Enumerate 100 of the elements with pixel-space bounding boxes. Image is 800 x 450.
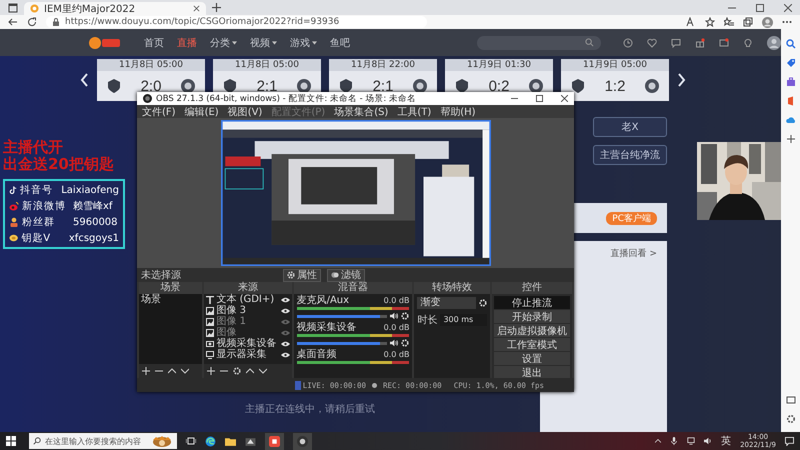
speaker-icon[interactable] xyxy=(390,339,398,347)
match-score: 2:1 xyxy=(372,78,394,94)
eye-icon[interactable] xyxy=(280,308,290,314)
menu-item[interactable]: 文件(F) xyxy=(142,104,176,118)
maximize-icon[interactable] xyxy=(536,95,543,102)
transition-dropdown[interactable]: 渐变 xyxy=(417,297,476,309)
close-icon[interactable] xyxy=(561,95,568,102)
edge-browser-icon[interactable] xyxy=(205,436,216,446)
gear-icon[interactable] xyxy=(786,414,796,424)
toolbar-button[interactable]: 属性 xyxy=(283,268,321,282)
tag-icon[interactable] xyxy=(786,58,796,68)
source-item[interactable]: 显示器采集 xyxy=(216,349,279,360)
control-button[interactable]: 退出 xyxy=(494,366,570,379)
refresh-icon[interactable] xyxy=(27,17,37,27)
chat-bubble-icon[interactable] xyxy=(671,38,681,48)
control-button[interactable]: 启动虚拟摄像机 xyxy=(494,324,570,337)
nav-link[interactable]: 直播 xyxy=(177,36,197,50)
input-method-indicator[interactable]: 英 xyxy=(721,434,732,448)
favorites-icon[interactable] xyxy=(724,17,734,27)
menu-item[interactable]: 帮助(H) xyxy=(440,104,476,118)
nav-link[interactable]: 视频 xyxy=(250,36,277,50)
site-logo-icon[interactable] xyxy=(88,36,122,50)
briefcase-icon[interactable] xyxy=(786,77,796,87)
close-icon[interactable] xyxy=(193,5,200,12)
search-icon[interactable] xyxy=(786,39,796,49)
add-icon[interactable] xyxy=(786,134,796,144)
nav-link[interactable]: 鱼吧 xyxy=(330,36,350,50)
match-time: 11月9日 01:30 xyxy=(445,59,553,71)
back-arrow-icon[interactable] xyxy=(8,17,18,27)
user-avatar-icon[interactable] xyxy=(767,36,781,50)
match-time: 11月8日 05:00 xyxy=(213,59,321,71)
minimize-icon[interactable] xyxy=(511,95,518,102)
scene-item[interactable]: 场景 xyxy=(139,294,202,306)
task-view-icon[interactable] xyxy=(186,436,196,446)
screen-icon[interactable] xyxy=(786,395,796,405)
dock-title: 转场特效 xyxy=(414,282,490,294)
eye-icon[interactable] xyxy=(280,296,290,302)
new-tab-icon[interactable] xyxy=(212,3,221,12)
menu-item[interactable]: 工具(T) xyxy=(397,104,432,118)
room-link-button[interactable]: 主营台纯净流 xyxy=(593,145,667,165)
control-button[interactable]: 工作室模式 xyxy=(494,338,570,351)
message-icon[interactable] xyxy=(719,38,729,48)
source-item[interactable]: 图像 3 xyxy=(216,305,279,316)
source-item[interactable]: 文本 (GDI+) xyxy=(216,294,279,305)
notification-icon[interactable] xyxy=(785,436,794,446)
match-score: 1:2 xyxy=(604,78,626,94)
tab-actions-icon[interactable] xyxy=(8,2,18,12)
cloud-icon[interactable] xyxy=(786,115,796,125)
caret-up-icon[interactable] xyxy=(655,438,662,444)
menu-item[interactable]: 场景集合(S) xyxy=(334,104,388,118)
folder-icon[interactable] xyxy=(225,436,236,446)
toolbar-button[interactable]: 滤镜 xyxy=(327,268,365,282)
menu-item[interactable]: 视图(V) xyxy=(228,104,262,118)
nav-link[interactable]: 首页 xyxy=(144,36,164,50)
move-up-icon[interactable] xyxy=(168,367,176,375)
duration-field[interactable]: 300 ms xyxy=(440,314,487,326)
collections-icon[interactable] xyxy=(743,17,753,27)
browser-tab[interactable]: IEM里约Major2022 xyxy=(24,2,206,15)
app-icon[interactable] xyxy=(245,436,256,446)
address-bar[interactable]: https://www.douyu.com/topic/CSGOriomajor2022?rid=93936 xyxy=(46,16,427,28)
nav-link[interactable]: 分类 xyxy=(210,36,237,50)
control-button[interactable]: 开始录制 xyxy=(494,310,570,323)
move-down-icon[interactable] xyxy=(259,367,268,375)
maximize-icon[interactable] xyxy=(756,4,764,12)
search-icon[interactable] xyxy=(585,38,594,47)
menu-item[interactable]: 编辑(E) xyxy=(184,104,219,118)
source-item[interactable]: 视频采集设备 xyxy=(216,338,279,349)
source-item[interactable]: 图像 xyxy=(216,327,279,338)
speaker-icon[interactable] xyxy=(704,437,712,445)
close-icon[interactable] xyxy=(784,4,792,12)
match-card[interactable]: 11月9日 05:00 1:2 xyxy=(561,59,669,101)
microphone-icon[interactable] xyxy=(670,437,678,445)
volume-slider[interactable] xyxy=(296,342,388,344)
nav-link[interactable]: 游戏 xyxy=(290,36,317,50)
heart-icon[interactable] xyxy=(647,38,657,48)
star-icon[interactable] xyxy=(705,17,715,27)
volume-slider[interactable] xyxy=(296,314,388,318)
move-up-icon[interactable] xyxy=(246,367,254,375)
source-item[interactable]: 图像 1 xyxy=(216,316,279,327)
history-clock-icon[interactable] xyxy=(623,38,633,48)
team-logo-icon xyxy=(454,78,470,94)
site-favicon-icon xyxy=(30,4,39,13)
move-down-icon[interactable] xyxy=(181,367,189,375)
search-field[interactable] xyxy=(477,36,601,50)
speaker-icon[interactable] xyxy=(390,312,398,320)
eye-icon[interactable] xyxy=(280,352,290,358)
eye-icon[interactable] xyxy=(280,340,290,346)
control-button[interactable]: 停止推流 xyxy=(494,296,570,309)
read-aloud-icon[interactable] xyxy=(686,17,696,27)
app-icon[interactable] xyxy=(269,436,280,446)
windows-start-icon[interactable] xyxy=(6,436,16,446)
room-link-button[interactable]: 老X xyxy=(593,117,667,137)
obs-logo-icon[interactable] xyxy=(297,436,308,446)
office-icon[interactable] xyxy=(786,96,796,106)
contact-value: xfcsgoys1 xyxy=(68,232,119,244)
taskbar-search-field[interactable]: 在这里输入你要搜索的内容 xyxy=(29,433,177,449)
lightbulb-icon[interactable] xyxy=(743,38,753,48)
replay-link[interactable]: 直播回看 > xyxy=(610,247,657,260)
control-button[interactable]: 设置 xyxy=(494,352,570,365)
profile-avatar-icon[interactable] xyxy=(762,16,773,28)
